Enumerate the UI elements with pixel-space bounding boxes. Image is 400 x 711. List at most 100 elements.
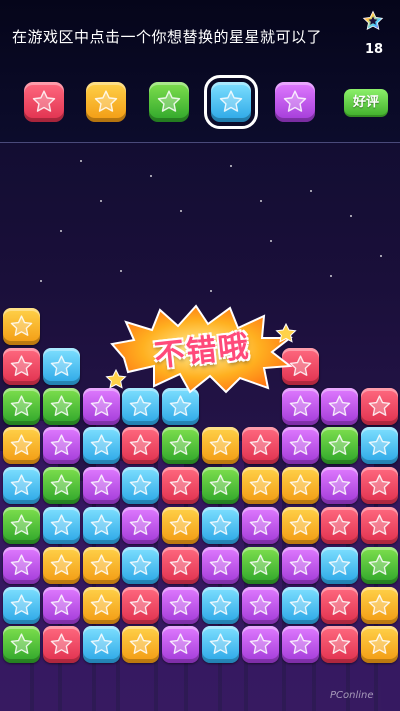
star-tile-green[interactable]	[361, 546, 399, 584]
star-icon	[329, 514, 351, 535]
star-tile-yellow[interactable]	[122, 626, 160, 664]
star-tile-purple[interactable]	[122, 507, 160, 544]
star-tile-purple[interactable]	[241, 586, 279, 624]
star-tile-blue[interactable]	[361, 427, 399, 465]
star-tile-yellow[interactable]	[42, 546, 80, 584]
star-tile-red[interactable]	[321, 507, 359, 544]
star-tile-blue[interactable]	[82, 626, 120, 664]
star-tile-blue[interactable]	[122, 546, 160, 584]
star-tile-red[interactable]	[361, 387, 399, 425]
star-icon	[50, 395, 73, 416]
star-tile-purple[interactable]	[281, 427, 319, 465]
star-tile-blue[interactable]	[321, 546, 359, 584]
star-icon	[10, 434, 33, 456]
star-tile-yellow[interactable]	[281, 467, 319, 505]
star-icon	[368, 514, 391, 535]
star-tile-red[interactable]	[321, 586, 359, 624]
star-tile-blue[interactable]	[82, 427, 120, 465]
star-tile-yellow[interactable]	[361, 626, 399, 664]
star-tile-yellow[interactable]	[3, 308, 40, 345]
star-icon	[50, 514, 73, 535]
star-tile-purple[interactable]	[321, 387, 359, 425]
star-icon	[130, 514, 152, 535]
star-tile-blue[interactable]	[3, 467, 40, 505]
star-tile-blue[interactable]	[3, 586, 40, 624]
star-tile-purple[interactable]	[321, 467, 359, 505]
star-tile-blue[interactable]	[202, 626, 239, 664]
star-tile-blue[interactable]	[42, 507, 80, 544]
star-icon	[368, 554, 391, 575]
star-tile-blue[interactable]	[202, 507, 239, 544]
star-tile-yellow[interactable]	[202, 427, 239, 465]
star-icon	[329, 395, 351, 416]
star-icon	[329, 474, 351, 496]
star-tile-red[interactable]	[162, 467, 200, 505]
star-tile-yellow[interactable]	[241, 467, 279, 505]
star-tile-blue[interactable]	[82, 507, 120, 544]
star-icon	[329, 554, 351, 575]
star-tile-yellow[interactable]	[162, 507, 200, 544]
star-icon	[289, 633, 311, 655]
star-icon	[90, 514, 112, 535]
star-tile-red[interactable]	[361, 507, 399, 544]
star-icon	[209, 514, 232, 535]
star-tile-blue[interactable]	[281, 586, 319, 624]
star-tile-green[interactable]	[42, 387, 80, 425]
star-tile-purple[interactable]	[82, 467, 120, 505]
star-icon	[249, 514, 272, 535]
star-tile-red[interactable]	[3, 347, 40, 385]
star-icon	[289, 514, 311, 535]
star-tile-green[interactable]	[202, 467, 239, 505]
star-tile-purple[interactable]	[42, 427, 80, 465]
star-icon	[289, 554, 311, 575]
star-tile-red[interactable]	[42, 626, 80, 664]
star-tile-green[interactable]	[241, 546, 279, 584]
star-tile-purple[interactable]	[241, 507, 279, 544]
star-tile-green[interactable]	[3, 507, 40, 544]
star-tile-red[interactable]	[162, 546, 200, 584]
star-tile-purple[interactable]	[162, 586, 200, 624]
star-tile-blue[interactable]	[42, 347, 80, 385]
star-tile-red[interactable]	[122, 427, 160, 465]
star-tile-purple[interactable]	[42, 586, 80, 624]
star-icon	[130, 554, 152, 575]
star-tile-purple[interactable]	[281, 546, 319, 584]
star-tile-purple[interactable]	[241, 626, 279, 664]
star-tile-purple[interactable]	[281, 626, 319, 664]
star-tile-red[interactable]	[361, 467, 399, 505]
star-tile-green[interactable]	[162, 427, 200, 465]
star-tile-yellow[interactable]	[82, 586, 120, 624]
star-tile-blue[interactable]	[202, 586, 239, 624]
star-tile-yellow[interactable]	[281, 507, 319, 544]
star-icon	[368, 594, 391, 615]
star-tile-green[interactable]	[321, 427, 359, 465]
star-icon	[10, 594, 33, 615]
star-icon	[90, 554, 112, 575]
star-icon	[289, 395, 311, 416]
star-icon	[329, 594, 351, 615]
star-tile-yellow[interactable]	[82, 546, 120, 584]
star-icon	[368, 474, 391, 496]
star-tile-red[interactable]	[241, 427, 279, 465]
star-tile-yellow[interactable]	[361, 586, 399, 624]
star-icon	[90, 474, 112, 496]
star-tile-green[interactable]	[3, 387, 40, 425]
star-tile-purple[interactable]	[162, 626, 200, 664]
star-tile-blue[interactable]	[122, 467, 160, 505]
star-tile-red[interactable]	[321, 626, 359, 664]
star-icon	[289, 434, 311, 456]
star-icon	[130, 633, 152, 655]
star-icon	[10, 315, 33, 336]
star-icon	[50, 594, 73, 615]
star-tile-yellow[interactable]	[3, 427, 40, 465]
star-tile-red[interactable]	[122, 586, 160, 624]
star-icon	[10, 514, 33, 535]
star-icon	[289, 594, 311, 615]
star-icon	[10, 554, 33, 575]
star-tile-green[interactable]	[42, 467, 80, 505]
star-tile-green[interactable]	[3, 626, 40, 664]
star-icon	[130, 474, 152, 496]
star-tile-purple[interactable]	[3, 546, 40, 584]
star-icon	[249, 633, 272, 655]
star-tile-purple[interactable]	[202, 546, 239, 584]
